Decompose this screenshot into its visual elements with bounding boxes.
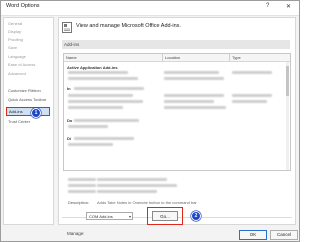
manage-label: Manage:: [67, 231, 85, 236]
blurred-detail-value: [97, 178, 167, 181]
sidebar-item-ease-of-access[interactable]: Ease of Access: [8, 62, 35, 67]
title-bar: Word Options ? ✕: [1, 1, 299, 16]
chevron-down-icon: ▾: [128, 214, 131, 219]
sidebar-item-trust-center[interactable]: Trust Center: [8, 119, 30, 124]
column-divider: [229, 54, 230, 61]
group-disabled-add-ins: Di: [67, 136, 71, 141]
add-ins-list[interactable]: Name Location Type Active Application Ad…: [63, 53, 291, 171]
help-button[interactable]: ?: [266, 3, 269, 9]
blurred-text: [164, 100, 214, 103]
blurred-text: [68, 143, 113, 146]
word-options-dialog: Word Options ? ✕ General Display Proofin…: [0, 0, 300, 242]
blurred-text: [164, 106, 226, 109]
group-inactive-add-ins: In: [67, 86, 71, 91]
group-active-add-ins: Active Application Add-ins: [67, 65, 118, 70]
column-location[interactable]: Location: [165, 55, 180, 60]
column-type[interactable]: Type: [232, 55, 241, 60]
blurred-text: [68, 100, 143, 103]
go-button[interactable]: Go...: [152, 211, 178, 221]
list-scrollbar[interactable]: [286, 62, 289, 170]
blurred-text: [74, 119, 139, 122]
blurred-text: [68, 125, 108, 128]
blurred-text: [164, 71, 219, 74]
blurred-detail-label: [68, 190, 96, 193]
blurred-text: [74, 87, 144, 90]
cancel-button[interactable]: Cancel: [270, 230, 298, 240]
blurred-text: [68, 94, 133, 97]
blurred-detail-label: [68, 178, 96, 181]
blurred-detail-value: [97, 184, 177, 187]
close-button[interactable]: ✕: [286, 3, 291, 10]
step-badge-1: 1: [31, 108, 41, 118]
page-header: View and manage Microsoft Office Add-ins…: [76, 23, 181, 29]
blurred-text: [68, 77, 138, 80]
blurred-detail-value: [97, 190, 157, 193]
blurred-text: [68, 71, 128, 74]
window-title: Word Options: [6, 3, 40, 9]
blurred-text: [74, 137, 134, 140]
blurred-detail-label: [68, 184, 96, 187]
sidebar-item-customize-ribbon[interactable]: Customize Ribbon: [8, 88, 41, 93]
description-value: Adds Take Notes in Onenote button to the…: [97, 200, 197, 205]
sidebar-item-add-ins[interactable]: Add-ins: [6, 107, 50, 116]
blurred-text: [68, 106, 123, 109]
sidebar-item-proofing[interactable]: Proofing: [8, 37, 23, 42]
blurred-text: [164, 94, 224, 97]
add-ins-icon: [62, 22, 72, 33]
manage-select-value: COM Add-ins: [89, 214, 113, 219]
section-title-add-ins: Add-ins: [62, 40, 290, 49]
add-ins-panel: View and manage Microsoft Office Add-ins…: [58, 17, 296, 236]
list-header: Name Location Type: [64, 54, 290, 62]
sidebar-item-general[interactable]: General: [8, 21, 22, 26]
options-sidebar: General Display Proofing Save Language E…: [3, 17, 54, 225]
blurred-text: [232, 100, 267, 103]
scrollbar-thumb[interactable]: [286, 66, 289, 96]
group-document-add-ins: Do: [67, 118, 73, 123]
sidebar-item-quick-access-toolbar[interactable]: Quick Access Toolbar: [8, 97, 46, 102]
ok-button[interactable]: OK: [239, 230, 267, 240]
sidebar-item-display[interactable]: Display: [8, 29, 21, 34]
blurred-text: [232, 71, 272, 74]
sidebar-item-advanced[interactable]: Advanced: [8, 71, 26, 76]
sidebar-item-save[interactable]: Save: [8, 45, 17, 50]
column-name[interactable]: Name: [66, 55, 77, 60]
description-label: Description:: [68, 200, 90, 205]
blurred-text: [164, 77, 224, 80]
sidebar-item-language[interactable]: Language: [8, 54, 26, 59]
step-badge-2: 2: [191, 211, 201, 221]
column-divider: [162, 54, 163, 61]
manage-select[interactable]: COM Add-ins ▾: [86, 212, 133, 220]
blurred-text: [232, 94, 272, 97]
